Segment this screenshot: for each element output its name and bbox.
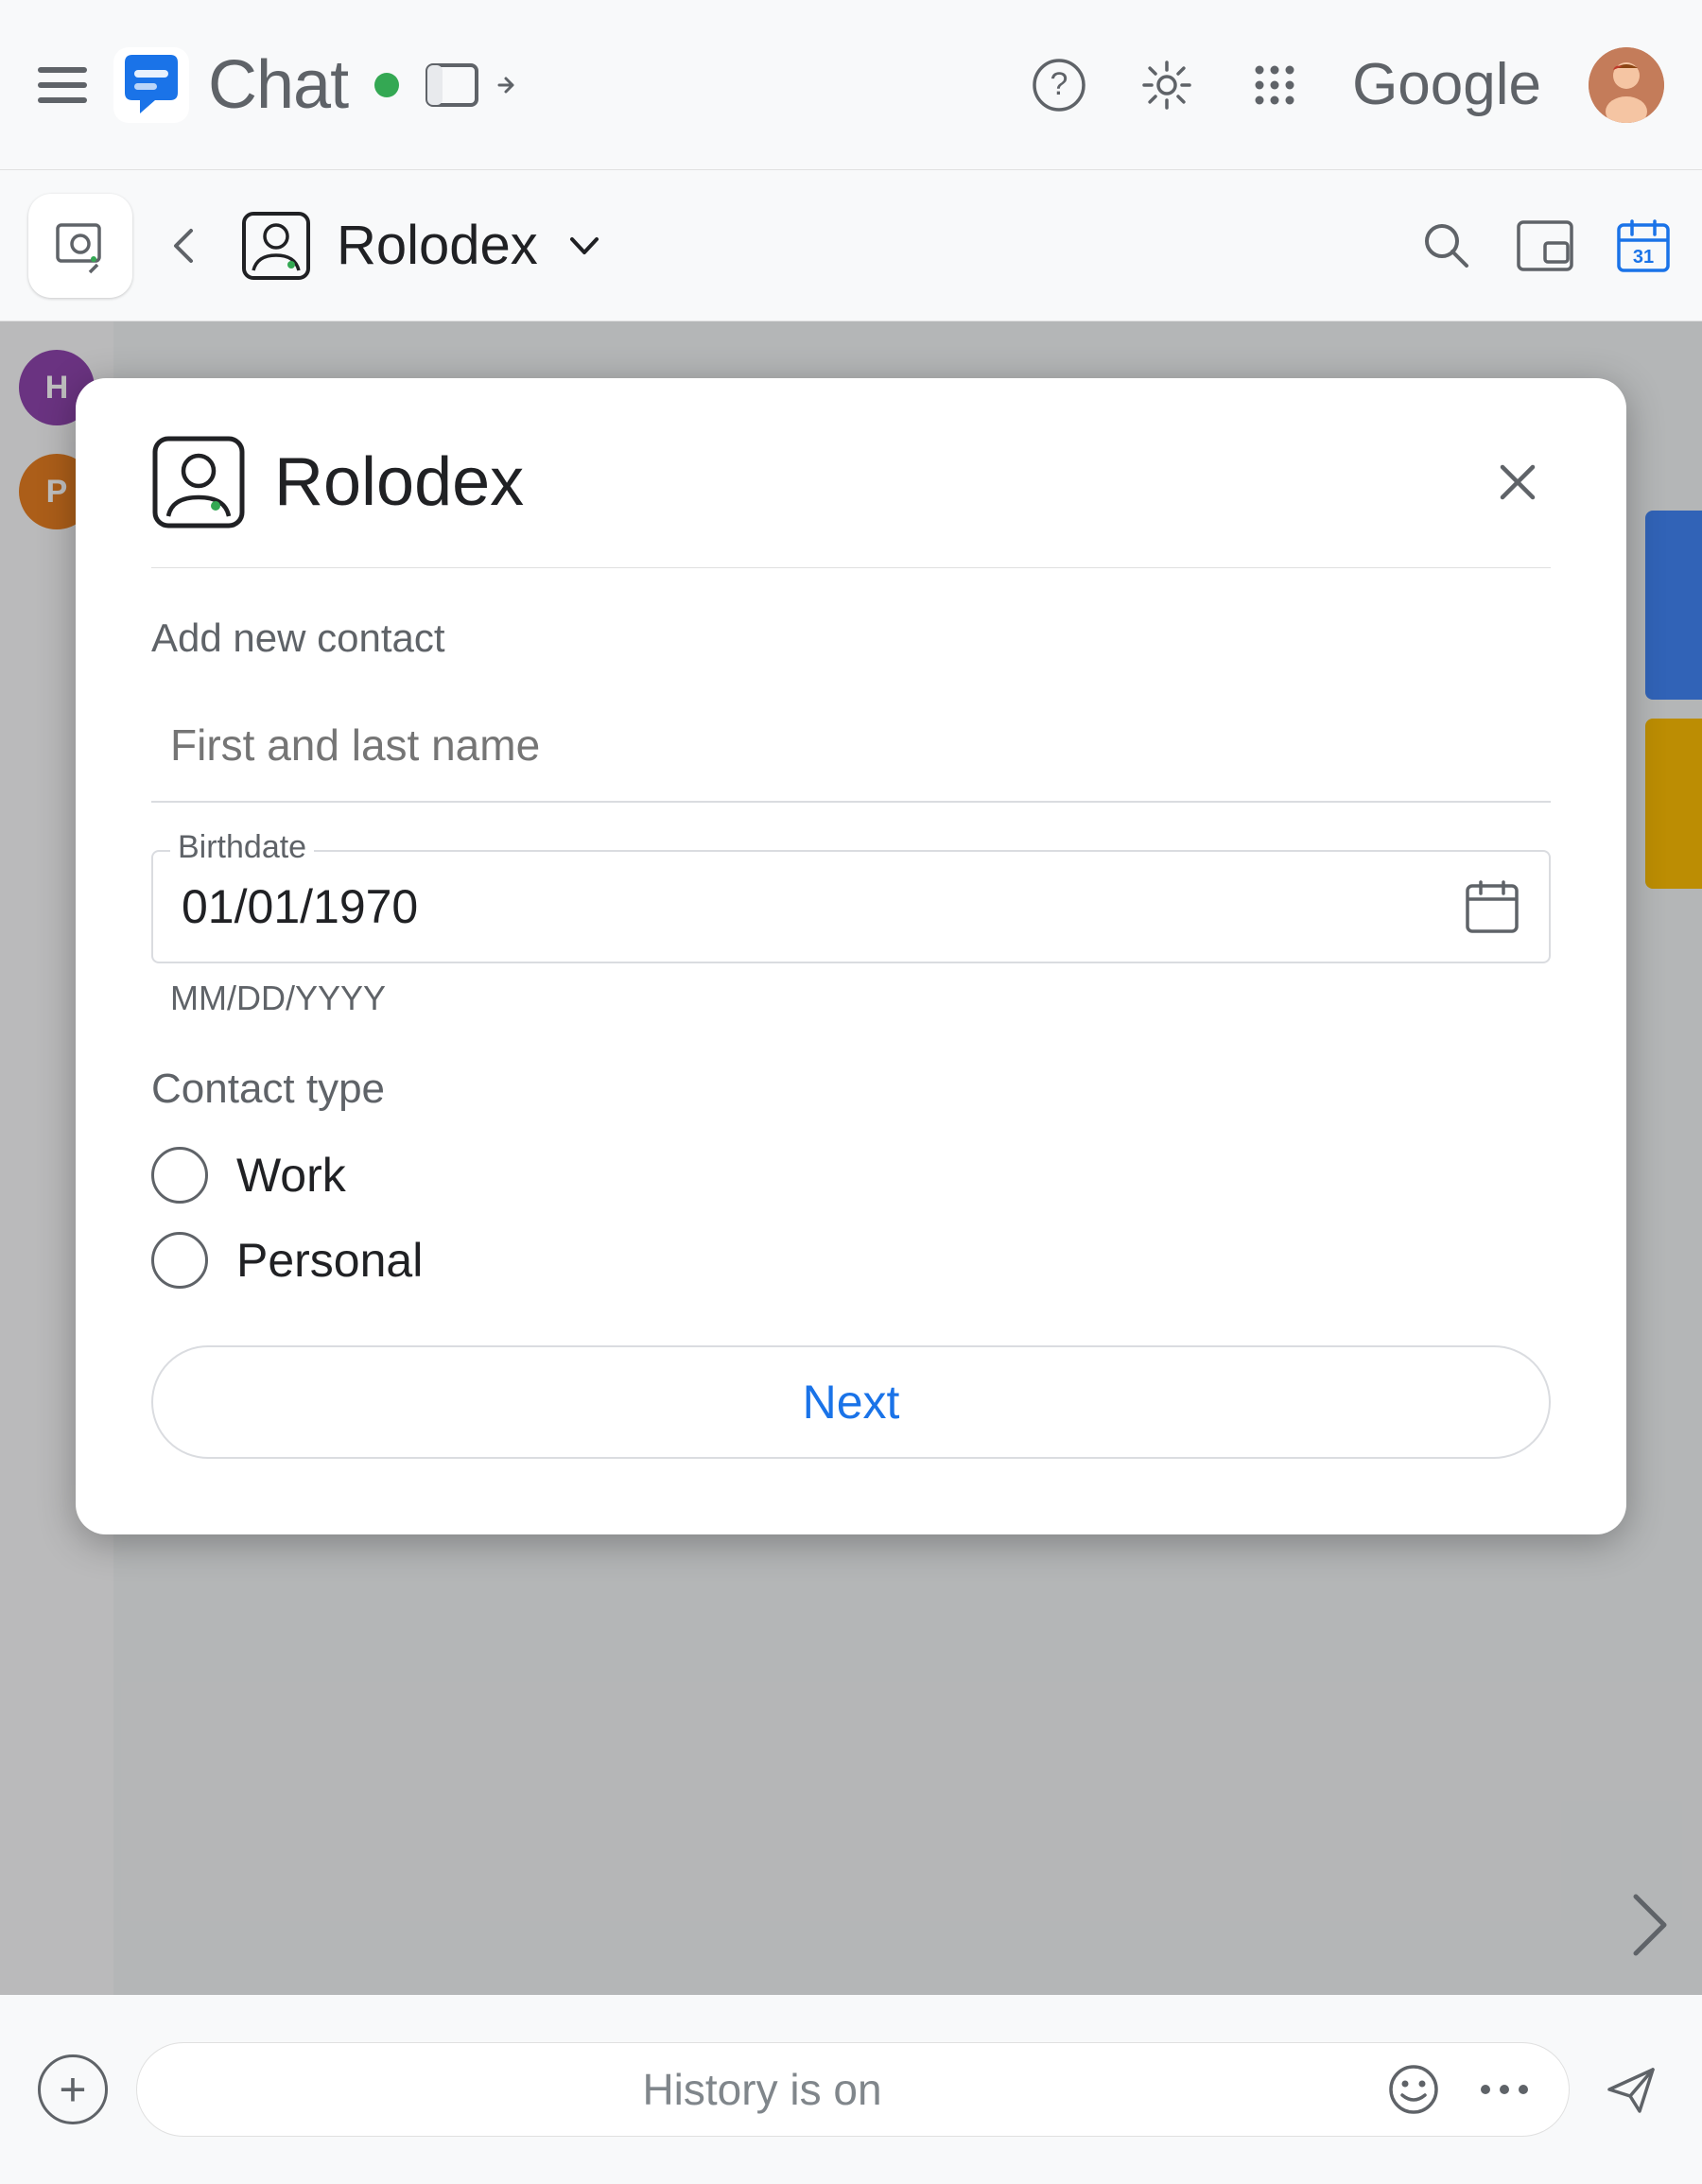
more-options-button[interactable] <box>1478 2082 1531 2097</box>
add-message-button[interactable]: + <box>38 2054 108 2124</box>
top-bar-actions: ? Google <box>1029 47 1664 123</box>
hamburger-menu-button[interactable] <box>38 67 87 103</box>
rolodex-sub-title: Rolodex <box>337 214 538 277</box>
top-navigation-bar: Chat ? <box>0 0 1702 170</box>
history-status-text: History is on <box>175 2064 1349 2115</box>
birthdate-field[interactable]: 01/01/1970 <box>151 850 1551 963</box>
birthdate-label: Birthdate <box>170 829 314 866</box>
window-tab-icon[interactable] <box>426 63 520 107</box>
online-status-indicator <box>374 73 399 97</box>
apps-button[interactable] <box>1244 55 1305 115</box>
name-input-field[interactable] <box>151 689 1551 803</box>
add-icon: + <box>59 2066 86 2113</box>
birthdate-wrapper: Birthdate 01/01/1970 <box>151 850 1551 963</box>
radio-option-personal[interactable]: Personal <box>151 1232 1551 1289</box>
message-input-area[interactable]: History is on <box>136 2042 1570 2137</box>
sub-header-bar: Rolodex 31 <box>0 170 1702 321</box>
next-button[interactable]: Next <box>151 1345 1551 1459</box>
next-button-label: Next <box>803 1375 900 1430</box>
modal-title-row: Rolodex <box>151 435 524 529</box>
calendar-button[interactable]: 31 <box>1613 216 1674 276</box>
pip-button[interactable] <box>1515 216 1575 276</box>
rolodex-modal: Rolodex Add new contact Birthdate 01/01/… <box>76 378 1626 1534</box>
user-avatar[interactable] <box>1589 47 1664 123</box>
bottom-bar: + History is on <box>0 1995 1702 2184</box>
chat-logo: Chat <box>113 46 348 124</box>
radio-personal-label: Personal <box>236 1233 423 1288</box>
search-button[interactable] <box>1416 216 1477 276</box>
birthdate-format-hint: MM/DD/YYYY <box>170 979 1551 1018</box>
google-wordmark: Google <box>1352 51 1541 118</box>
calendar-picker-icon[interactable] <box>1464 878 1520 935</box>
svg-text:31: 31 <box>1633 247 1654 268</box>
radio-option-work[interactable]: Work <box>151 1147 1551 1204</box>
send-button[interactable] <box>1598 2056 1664 2123</box>
radio-work-circle[interactable] <box>151 1147 208 1204</box>
chat-logo-icon <box>113 47 189 123</box>
modal-app-icon <box>151 435 246 529</box>
emoji-button[interactable] <box>1387 2063 1440 2116</box>
add-contact-section-label: Add new contact <box>151 615 1551 661</box>
modal-title: Rolodex <box>274 443 524 521</box>
svg-text:?: ? <box>1051 66 1068 102</box>
radio-work-label: Work <box>236 1148 346 1203</box>
dropdown-button[interactable] <box>561 222 608 269</box>
modal-area: Rolodex Add new contact Birthdate 01/01/… <box>0 321 1702 1995</box>
modal-close-button[interactable] <box>1485 449 1551 515</box>
compose-button[interactable] <box>28 194 132 298</box>
birthdate-value: 01/01/1970 <box>182 879 418 934</box>
sub-bar-actions: 31 <box>1416 216 1674 276</box>
contact-header-icon <box>238 208 314 284</box>
help-button[interactable]: ? <box>1029 55 1089 115</box>
contact-type-label: Contact type <box>151 1066 1551 1113</box>
app-title: Chat <box>208 46 348 124</box>
modal-header: Rolodex <box>151 435 1551 568</box>
radio-personal-circle[interactable] <box>151 1232 208 1289</box>
back-button[interactable] <box>155 221 216 270</box>
settings-button[interactable] <box>1137 55 1197 115</box>
